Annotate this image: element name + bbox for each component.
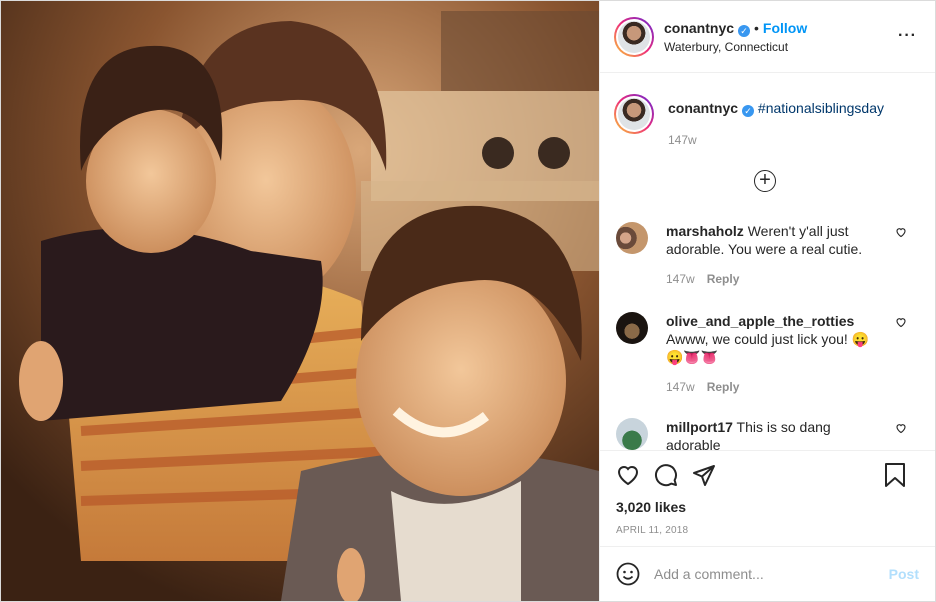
siblings-photo-image [1, 1, 599, 601]
reply-button[interactable]: Reply [707, 380, 740, 394]
reply-button[interactable]: Reply [707, 272, 740, 286]
add-comment-bar: Post [600, 546, 935, 601]
post-comment-button[interactable]: Post [889, 566, 919, 582]
comment-item: olive_and_apple_the_rotties Awww, we cou… [616, 312, 921, 396]
comment-text: Awww, we could just lick you! 😛 [666, 331, 870, 347]
like-comment-heart-icon[interactable] [895, 226, 907, 238]
separator-dot: • [754, 19, 759, 36]
comment-item: marshaholz Weren't y'all just adorable. … [616, 222, 921, 288]
comment-bubble-icon[interactable] [654, 463, 678, 487]
verified-badge-icon: ✓ [742, 105, 755, 117]
more-options-icon[interactable]: ··· [898, 28, 917, 44]
author-username[interactable]: conantnyc [664, 20, 734, 36]
instagram-post: conantnyc ✓ • Follow Waterbury, Connecticut… [0, 0, 936, 602]
like-comment-heart-icon[interactable] [895, 422, 907, 434]
post-header: conantnyc ✓ • Follow Waterbury, Connecticut… [600, 1, 935, 73]
comment-age: 147w [666, 380, 695, 394]
comment-age: 147w [666, 272, 695, 286]
commenter-avatar[interactable] [616, 312, 648, 344]
verified-badge-icon: ✓ [738, 24, 751, 37]
comment-item: millport17 This is so dang adorable [616, 418, 921, 450]
post-location[interactable]: Waterbury, Connecticut [664, 40, 807, 54]
comment-emojis: 😛👅👅 [666, 349, 719, 365]
author-avatar[interactable] [614, 16, 654, 57]
emoji-smiley-icon[interactable] [616, 562, 640, 586]
share-paper-plane-icon[interactable] [692, 463, 716, 487]
post-actions: 3,020 likes APRIL 11, 2018 [600, 450, 935, 546]
load-more-comments-icon[interactable]: + [754, 170, 776, 192]
like-comment-heart-icon[interactable] [895, 316, 907, 328]
commenter-avatar[interactable] [616, 222, 648, 254]
caption-avatar[interactable] [614, 94, 654, 134]
author-avatar-image [618, 20, 650, 53]
like-heart-icon[interactable] [616, 463, 640, 487]
add-comment-input[interactable] [654, 566, 874, 582]
caption-age: 147w [668, 133, 697, 147]
likes-count[interactable]: 3,020 likes [616, 499, 919, 515]
post-sidebar: conantnyc ✓ • Follow Waterbury, Connecticut… [599, 1, 935, 601]
post-date[interactable]: APRIL 11, 2018 [616, 525, 919, 536]
comments-section[interactable]: conantnyc ✓ #nationalsiblingsday 147w + m… [600, 74, 935, 450]
comment-username[interactable]: millport17 [666, 419, 733, 435]
caption-hashtag[interactable]: #nationalsiblingsday [758, 100, 884, 116]
caption-avatar-image [618, 98, 650, 130]
caption-username[interactable]: conantnyc [668, 100, 738, 116]
post-photo[interactable] [1, 1, 599, 601]
post-caption: conantnyc ✓ #nationalsiblingsday 147w [600, 74, 935, 147]
comment-username[interactable]: marshaholz [666, 223, 744, 239]
comment-username[interactable]: olive_and_apple_the_rotties [666, 313, 854, 329]
follow-button[interactable]: Follow [763, 20, 807, 36]
commenter-avatar[interactable] [616, 418, 648, 450]
save-bookmark-icon[interactable] [883, 462, 907, 488]
